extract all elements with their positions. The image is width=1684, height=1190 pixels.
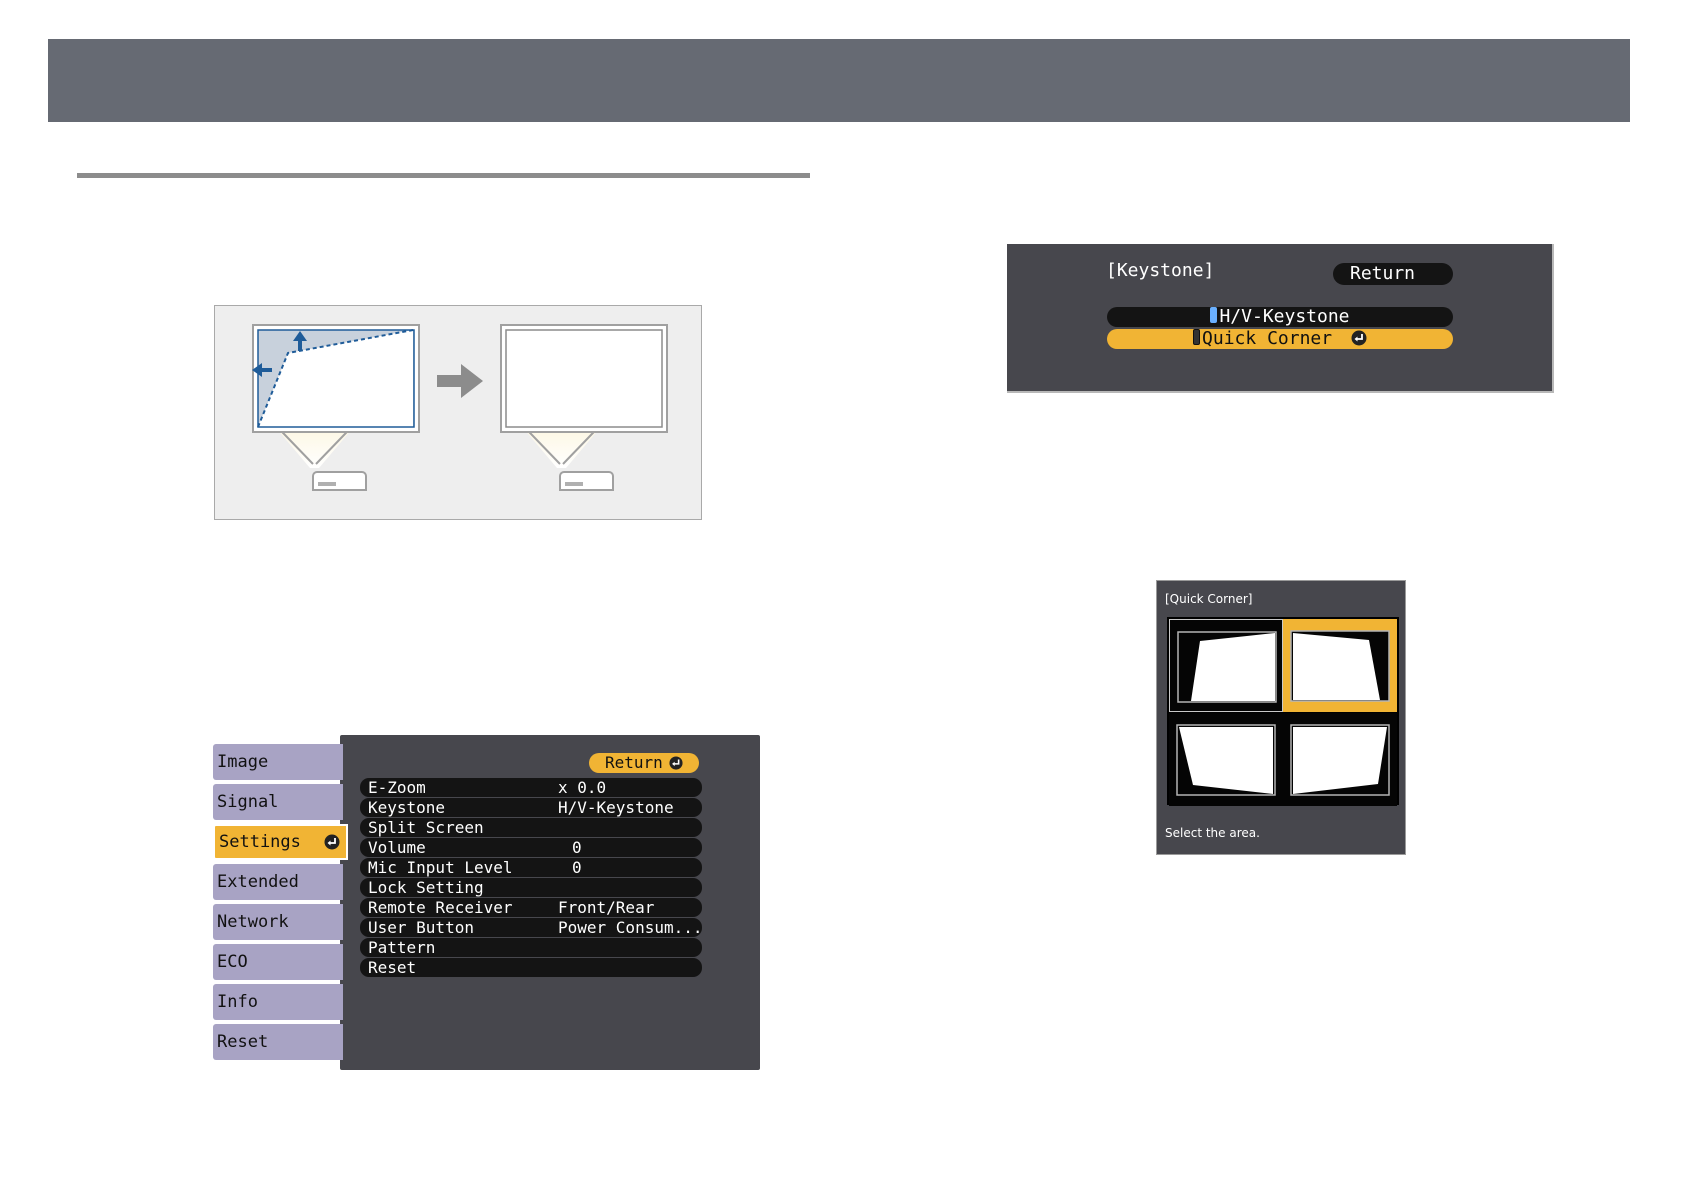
quick-corner-grid: [1167, 617, 1399, 806]
menu-return-button[interactable]: Return: [589, 753, 699, 773]
menu-row-mic-input-level[interactable]: Mic Input Level 0: [360, 858, 702, 877]
tab-reset[interactable]: Reset: [213, 1024, 343, 1060]
option-hv-keystone[interactable]: H/V-Keystone: [1107, 307, 1453, 327]
enter-icon: [669, 756, 683, 770]
quick-corner-title: [Quick Corner]: [1165, 592, 1253, 606]
before-screen: [252, 324, 420, 468]
tab-extended[interactable]: Extended: [213, 864, 343, 900]
menu-row-remote-receiver[interactable]: Remote Receiver Front/Rear: [360, 898, 702, 917]
page-header-bar: [48, 39, 1630, 122]
projector-icon: [312, 471, 367, 491]
enter-icon: [324, 834, 340, 850]
corner-area-top-left[interactable]: [1169, 619, 1283, 712]
option-quick-corner[interactable]: Quick Corner: [1107, 329, 1453, 349]
cursor-icon: [1210, 307, 1218, 323]
menu-row-volume[interactable]: Volume 0: [360, 838, 702, 857]
quick-corner-hint: Select the area.: [1165, 826, 1260, 840]
tab-image[interactable]: Image: [213, 744, 343, 780]
tab-signal[interactable]: Signal: [213, 784, 343, 820]
menu-row-keystone[interactable]: Keystone H/V-Keystone: [360, 798, 702, 817]
right-arrow-icon: [437, 364, 483, 398]
corner-area-bottom-right[interactable]: [1283, 713, 1397, 806]
section-rule: [77, 173, 810, 178]
menu-row-pattern[interactable]: Pattern: [360, 938, 702, 957]
corner-area-top-right[interactable]: [1283, 619, 1397, 712]
enter-icon: [1351, 330, 1367, 346]
after-screen: [500, 324, 668, 468]
menu-row-user-button[interactable]: User Button Power Consum...: [360, 918, 703, 937]
cursor-icon: [1193, 329, 1201, 345]
menu-row-e-zoom[interactable]: E-Zoom x 0.0: [360, 778, 702, 797]
projector-icon: [559, 471, 614, 491]
keystone-dialog-title: [Keystone]: [1106, 260, 1215, 281]
corner-area-bottom-left[interactable]: [1169, 713, 1283, 806]
tab-info[interactable]: Info: [213, 984, 343, 1020]
tab-network[interactable]: Network: [213, 904, 343, 940]
menu-row-reset[interactable]: Reset: [360, 958, 702, 977]
keystone-return-button[interactable]: Return: [1333, 263, 1453, 285]
tab-settings[interactable]: Settings: [213, 824, 348, 860]
menu-row-lock-setting[interactable]: Lock Setting: [360, 878, 702, 897]
keystone-illustration: [214, 305, 702, 520]
tab-eco[interactable]: ECO: [213, 944, 343, 980]
menu-row-split-screen[interactable]: Split Screen: [360, 818, 702, 837]
